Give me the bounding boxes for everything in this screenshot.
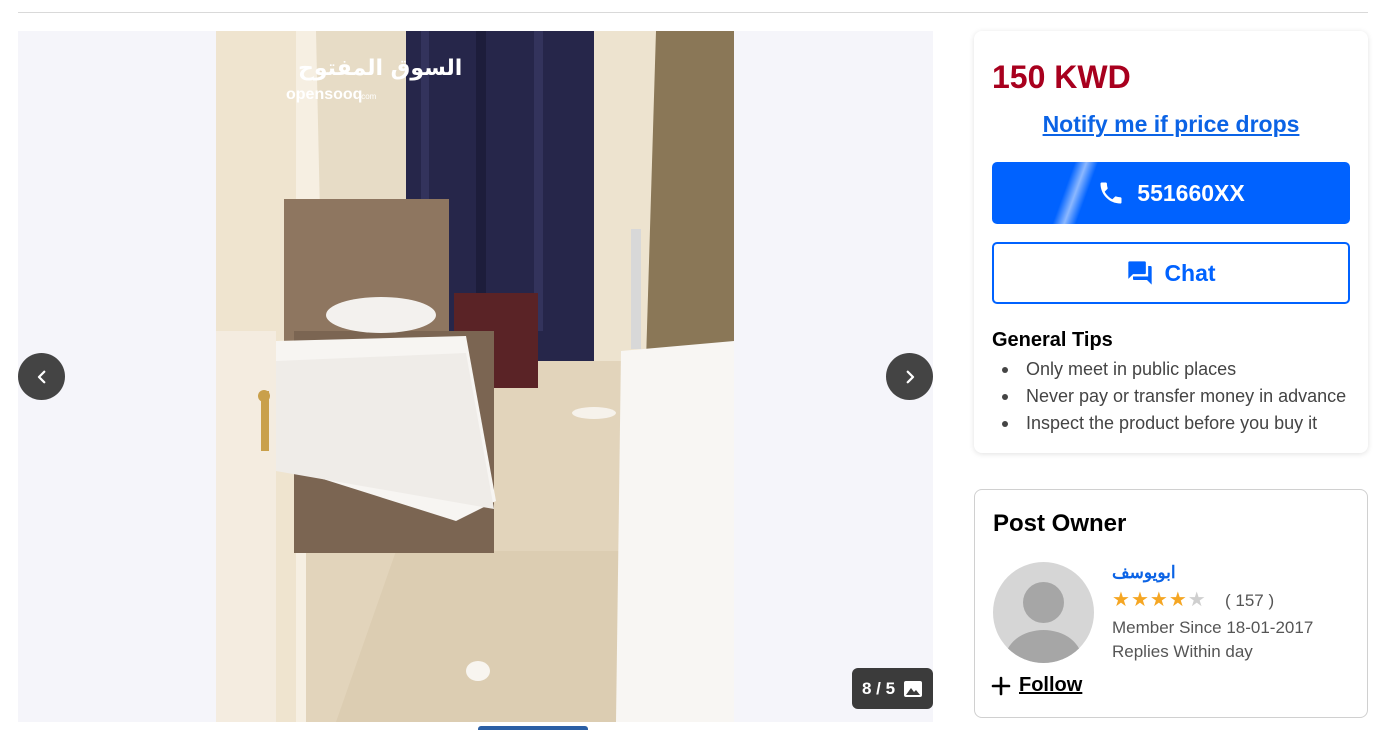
avatar-head bbox=[1023, 582, 1064, 623]
chat-label: Chat bbox=[1164, 259, 1216, 286]
image-counter-text: 8 / 5 bbox=[861, 678, 896, 698]
next-image-button[interactable] bbox=[886, 353, 933, 400]
chat-icon bbox=[1128, 261, 1153, 285]
owner-avatar[interactable] bbox=[993, 562, 1094, 663]
chat-button[interactable]: Chat bbox=[992, 242, 1350, 304]
follow-label: Follow bbox=[1019, 674, 1083, 696]
star-filled-icon: ★ bbox=[1130, 589, 1149, 611]
phone-number: 551660XX bbox=[1137, 179, 1245, 206]
image-icon bbox=[904, 680, 923, 697]
avatar-body bbox=[1005, 630, 1082, 663]
owner-name[interactable]: ابويوسف bbox=[1112, 563, 1176, 583]
member-since: Member Since 18-01-2017 bbox=[1112, 618, 1314, 637]
notify-price-drop-link[interactable]: Notify me if price drops bbox=[974, 111, 1368, 138]
tips-list: Only meet in public places Never pay or … bbox=[1001, 358, 1346, 439]
star-filled-icon: ★ bbox=[1168, 589, 1187, 611]
reply-time: Replies Within day bbox=[1112, 642, 1253, 661]
watermark-latin: opensooq bbox=[286, 86, 362, 103]
show-phone-button[interactable]: 551660XX bbox=[992, 162, 1350, 224]
top-divider bbox=[18, 12, 1368, 13]
price-card: 150 KWD Notify me if price drops 551660X… bbox=[974, 31, 1368, 453]
image-counter[interactable]: 8 / 5 bbox=[852, 668, 933, 709]
button-shine bbox=[1050, 162, 1100, 224]
tip-item: Only meet in public places bbox=[1001, 358, 1346, 385]
star-filled-icon: ★ bbox=[1149, 589, 1168, 611]
tips-heading: General Tips bbox=[992, 329, 1113, 351]
rating-count: ( 157 ) bbox=[1225, 591, 1275, 610]
tip-item: Inspect the product before you buy it bbox=[1001, 412, 1346, 439]
star-filled-icon: ★ bbox=[1112, 589, 1130, 611]
image-gallery: السوق المفتوح opensooq .com 8 / 5 bbox=[18, 31, 933, 722]
chevron-right-icon bbox=[906, 370, 914, 383]
star-empty-icon: ★ bbox=[1187, 589, 1206, 611]
watermark-arabic: السوق المفتوح bbox=[298, 56, 462, 81]
listing-price: 150 KWD bbox=[992, 59, 1131, 95]
phone-icon bbox=[1100, 182, 1122, 204]
room-image: السوق المفتوح opensooq .com bbox=[216, 31, 734, 722]
tip-item: Never pay or transfer money in advance bbox=[1001, 385, 1346, 412]
page-indicator bbox=[478, 726, 588, 730]
listing-photo[interactable]: السوق المفتوح opensooq .com bbox=[216, 31, 734, 722]
chevron-left-icon bbox=[37, 370, 45, 383]
post-owner-card: Post Owner ابويوسف ★ ★ ★ ★ ★ ( 157 ) Member … bbox=[974, 489, 1368, 718]
follow-button[interactable]: Follow bbox=[991, 674, 1082, 697]
post-owner-heading: Post Owner bbox=[993, 510, 1127, 537]
owner-rating-stars: ★ ★ ★ ★ ★ bbox=[1112, 589, 1206, 611]
watermark-tld: .com bbox=[359, 92, 377, 101]
plus-icon bbox=[991, 676, 1011, 695]
prev-image-button[interactable] bbox=[18, 353, 65, 400]
